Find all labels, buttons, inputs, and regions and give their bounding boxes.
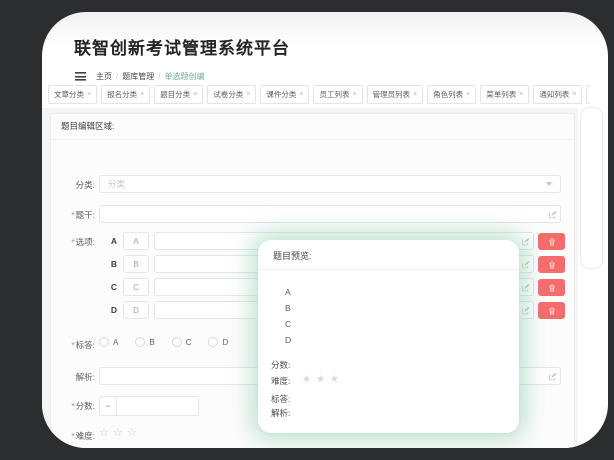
scrollbar[interactable] [580, 107, 603, 269]
page-title: 联智创新考试管理系统平台 [74, 34, 290, 59]
tab-role-list[interactable]: 角色列表× [427, 85, 476, 104]
delete-option-button[interactable] [538, 233, 565, 250]
star-icon: ★ [302, 374, 316, 385]
trash-icon [548, 307, 556, 315]
edit-icon[interactable] [548, 210, 557, 219]
preview-option-d: D [285, 335, 291, 345]
difficulty-label: *难度: [51, 430, 95, 442]
trash-icon [548, 284, 556, 292]
preview-difficulty-label: 难度: [271, 375, 290, 387]
close-icon[interactable]: × [140, 91, 144, 98]
answer-radio-group: A B C D [99, 337, 245, 347]
tab-question-category[interactable]: 题目分类× [154, 85, 203, 104]
score-input[interactable] [117, 397, 199, 415]
decrease-button[interactable]: − [100, 397, 117, 415]
option-tag-input[interactable] [123, 255, 149, 273]
category-placeholder: 分类 [108, 178, 546, 190]
preview-option-a: A [285, 287, 291, 297]
score-stepper: − + [99, 396, 199, 416]
preview-score-label: 分数: [271, 359, 290, 371]
breadcrumb-home[interactable]: 主页 [96, 71, 112, 82]
radio-icon [135, 337, 145, 347]
tab-notification-list[interactable]: 通知列表× [533, 85, 582, 104]
close-icon[interactable]: × [352, 91, 356, 98]
edit-icon[interactable] [548, 372, 557, 381]
close-icon[interactable]: × [193, 91, 197, 98]
tab-bar: 文章分类× 报名分类× 题目分类× 试卷分类× 课件分类× 员工列表× 管理员列… [48, 85, 590, 105]
star-icon: ★ [316, 374, 330, 385]
radio-option-c[interactable]: C [172, 337, 192, 347]
option-tag-input[interactable] [123, 301, 149, 319]
radio-icon [99, 337, 109, 347]
option-tag-input[interactable] [123, 232, 149, 250]
preview-title: 题目预览: [258, 240, 519, 270]
section-title: 题目编辑区域: [51, 114, 574, 140]
star-icon: ☆ [99, 427, 113, 439]
options-label: *选项: [51, 236, 95, 248]
preview-analysis-label: 解析: [271, 407, 290, 419]
radio-option-b[interactable]: B [135, 337, 154, 347]
breadcrumb-separator: / [116, 72, 118, 81]
option-letter: A [109, 236, 119, 246]
preview-option-c: C [285, 319, 291, 329]
tab-paper-category[interactable]: 试卷分类× [207, 85, 256, 104]
edit-icon[interactable] [521, 306, 530, 315]
tab-staff-list[interactable]: 员工列表× [313, 85, 362, 104]
star-icon: ☆ [127, 427, 141, 439]
category-select[interactable]: 分类 [99, 175, 561, 193]
breadcrumb-current: 单选题创编 [164, 71, 204, 82]
radio-icon [172, 337, 182, 347]
app-window: 联智创新考试管理系统平台 主页 / 题库管理 / 单选题创编 文章分类× 报名分… [42, 12, 608, 448]
preview-option-b: B [285, 303, 291, 313]
stem-input[interactable] [99, 205, 561, 223]
delete-option-button[interactable] [538, 279, 565, 296]
radio-icon [208, 337, 218, 347]
preview-star-rating: ★★★ [302, 374, 344, 385]
close-icon[interactable]: × [519, 91, 523, 98]
close-icon[interactable]: × [87, 91, 91, 98]
option-tag-input[interactable] [123, 278, 149, 296]
score-label: *分数: [51, 400, 95, 412]
question-preview-panel: 题目预览: A B C D 分数: 难度: ★★★ 标答: 解析: [258, 240, 519, 433]
tab-announcement-detail[interactable]: 公告详情× [586, 85, 590, 104]
category-label: 分类: [51, 179, 95, 191]
radio-option-a[interactable]: A [99, 337, 118, 347]
analysis-label: 解析: [51, 371, 95, 383]
trash-icon [548, 238, 556, 246]
tab-courseware-category[interactable]: 课件分类× [260, 85, 309, 104]
star-icon: ☆ [113, 427, 127, 439]
close-icon[interactable]: × [466, 91, 470, 98]
edit-icon[interactable] [521, 237, 530, 246]
difficulty-star-rating[interactable]: ☆☆☆ [99, 426, 141, 439]
star-icon: ★ [330, 374, 344, 385]
tab-menu-list[interactable]: 菜单列表× [480, 85, 529, 104]
stem-label: *题干: [51, 209, 95, 221]
tab-registration-category[interactable]: 报名分类× [101, 85, 150, 104]
close-icon[interactable]: × [572, 91, 576, 98]
trash-icon [548, 261, 556, 269]
delete-option-button[interactable] [538, 302, 565, 319]
radio-option-d[interactable]: D [208, 337, 228, 347]
option-letter: B [109, 259, 119, 269]
preview-answer-label: 标答: [271, 393, 290, 405]
breadcrumb-question-bank[interactable]: 题库管理 [122, 71, 154, 82]
edit-icon[interactable] [521, 260, 530, 269]
close-icon[interactable]: × [246, 91, 250, 98]
option-letter: C [109, 282, 119, 292]
answer-label: *标答: [51, 339, 95, 351]
option-letter: D [109, 305, 119, 315]
breadcrumb: 主页 / 题库管理 / 单选题创编 [75, 71, 204, 82]
close-icon[interactable]: × [299, 91, 303, 98]
dark-backdrop: 联智创新考试管理系统平台 主页 / 题库管理 / 单选题创编 文章分类× 报名分… [0, 0, 614, 460]
chevron-down-icon [546, 182, 552, 186]
tab-admin-list[interactable]: 管理员列表× [367, 85, 424, 104]
edit-icon[interactable] [521, 283, 530, 292]
menu-icon[interactable] [75, 72, 86, 81]
close-icon[interactable]: × [413, 91, 417, 98]
tab-article-category[interactable]: 文章分类× [48, 85, 97, 104]
delete-option-button[interactable] [538, 256, 565, 273]
breadcrumb-separator: / [158, 72, 160, 81]
